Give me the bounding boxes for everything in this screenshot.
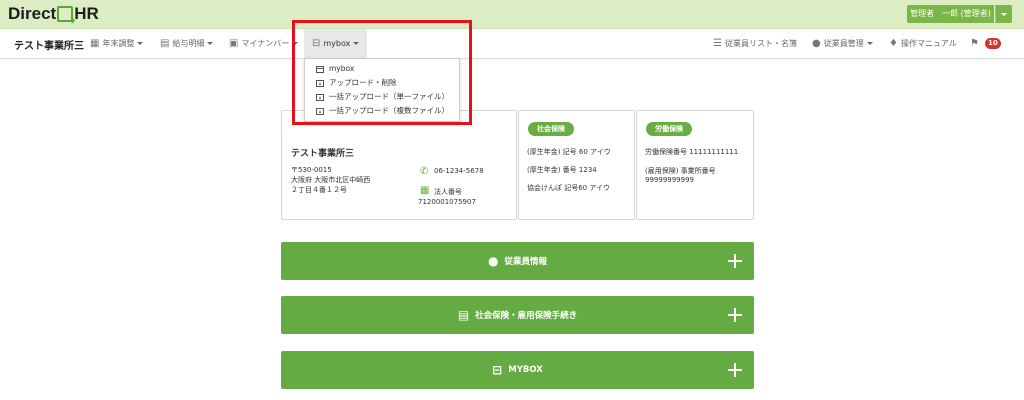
nav-notifications[interactable]: ⚑ 10 <box>970 29 1001 58</box>
labor-line-2: (雇用保険) 事業所番号 <box>645 167 716 175</box>
insurance-procedures-bar[interactable]: ▤ 社会保険・雇用保険手続き <box>281 296 754 334</box>
logo-mark-icon <box>57 6 74 22</box>
corp-number: 7120001075907 <box>418 198 476 206</box>
user-icon: ● <box>812 38 821 49</box>
building-icon: ▦ <box>420 185 430 196</box>
upload-icon <box>316 107 324 115</box>
nav-employee-manage[interactable]: ● 従業員管理 <box>812 29 873 58</box>
mybox-dropdown-menu: mybox アップロード・削除 一括アップロード（単一ファイル） 一括アップロー… <box>304 58 460 122</box>
office-info-card: テスト事業所三 〒530-0015 大阪府 大阪市北区中崎西 ２丁目４番１２号 … <box>281 110 517 220</box>
main-nav: テスト事業所三 ▦ 年末調整 ▤ 給与明細 ▣ マイナンバー ⊟ mybox ☰… <box>0 29 1024 59</box>
dropdown-item-bulk-single[interactable]: 一括アップロード（単一ファイル） <box>305 90 459 104</box>
dropdown-item-label: 一括アップロード（複数ファイル） <box>329 106 449 115</box>
nav-year-end[interactable]: ▦ 年末調整 <box>90 29 144 58</box>
user-menu-button[interactable]: 管理者 一郎 (管理者) <box>907 5 994 23</box>
social-line-2: (厚生年金) 番号 1234 <box>527 166 597 174</box>
phone-icon: ✆ <box>420 166 429 177</box>
box-icon: ⊟ <box>492 363 503 377</box>
dropdown-item-bulk-multiple[interactable]: 一括アップロード（複数ファイル） <box>305 104 459 118</box>
upload-icon <box>316 93 324 101</box>
mybox-label: MYBOX <box>508 365 543 375</box>
list-icon: ☰ <box>713 38 722 49</box>
labor-line-1: 労働保険番号 11111111111 <box>645 148 739 156</box>
office-name: テスト事業所三 <box>291 149 355 159</box>
labor-line-3: 99999999999 <box>645 176 694 184</box>
user-icon: ● <box>488 254 499 268</box>
nav-mynumber[interactable]: ▣ マイナンバー <box>229 29 299 58</box>
insurance-procedures-bar-content: ▤ 社会保険・雇用保険手続き <box>281 296 754 334</box>
plus-icon[interactable] <box>728 254 742 268</box>
upload-icon <box>316 79 324 87</box>
flag-icon: ⚑ <box>970 38 979 49</box>
nav-payslip[interactable]: ▤ 給与明細 <box>160 29 214 58</box>
logo-text-hr: HR <box>74 4 99 23</box>
nav-manual[interactable]: ♦ 操作マニュアル <box>889 29 957 58</box>
app-logo[interactable]: Direct HR <box>8 4 99 24</box>
employee-info-bar-content: ● 従業員情報 <box>281 242 754 280</box>
social-line-3: 協会けんぽ 記号60 アイウ <box>527 184 611 192</box>
document-icon: ▤ <box>160 38 170 49</box>
office-address-1: 大阪府 大阪市北区中崎西 <box>291 176 371 184</box>
box-icon <box>316 65 324 73</box>
nav-mybox-label: mybox <box>323 39 351 48</box>
corp-number-label: 法人番号 <box>434 188 462 196</box>
mybox-bar[interactable]: ⊟ MYBOX <box>281 351 754 389</box>
chevron-down-icon <box>292 42 299 45</box>
user-menu-caret-icon[interactable] <box>995 5 1012 23</box>
logo-text-direct: Direct <box>8 4 57 23</box>
chevron-down-icon <box>866 42 873 45</box>
nav-year-end-label: 年末調整 <box>102 39 135 48</box>
nav-employee-manage-label: 従業員管理 <box>823 39 864 48</box>
dropdown-item-mybox[interactable]: mybox <box>305 62 459 76</box>
mybox-bar-content: ⊟ MYBOX <box>281 351 754 389</box>
office-address-2: ２丁目４番１２号 <box>291 186 347 194</box>
chevron-down-icon <box>353 42 360 45</box>
nav-mybox[interactable]: ⊟ mybox <box>304 29 368 58</box>
social-insurance-pill: 社会保険 <box>528 122 574 136</box>
nav-employee-list-label: 従業員リスト・名簿 <box>724 39 797 48</box>
office-title[interactable]: テスト事業所三 <box>14 37 84 52</box>
notification-badge: 10 <box>984 38 1001 49</box>
chevron-down-icon <box>137 42 144 45</box>
social-insurance-card: 社会保険 (厚生年金) 記号 60 アイウ (厚生年金) 番号 1234 協会け… <box>518 110 635 220</box>
nav-mynumber-label: マイナンバー <box>241 39 290 48</box>
nav-employee-list[interactable]: ☰ 従業員リスト・名簿 <box>713 29 797 58</box>
dropdown-item-label: 一括アップロード（単一ファイル） <box>329 92 449 101</box>
dropdown-item-label: mybox <box>329 64 355 73</box>
plus-icon[interactable] <box>728 363 742 377</box>
chevron-down-icon <box>207 42 214 45</box>
office-zip: 〒530-0015 <box>291 166 332 174</box>
employee-info-label: 従業員情報 <box>504 257 547 267</box>
labor-insurance-pill: 労働保険 <box>646 122 692 136</box>
document-icon: ▤ <box>457 308 470 322</box>
top-bar: Direct HR 管理者 一郎 (管理者) <box>0 0 1024 29</box>
bulb-icon: ♦ <box>889 38 898 49</box>
labor-insurance-card: 労働保険 労働保険番号 11111111111 (雇用保険) 事業所番号 999… <box>636 110 754 220</box>
dropdown-item-upload-delete[interactable]: アップロード・削除 <box>305 76 459 90</box>
calendar-icon: ▦ <box>90 38 100 49</box>
box-icon: ⊟ <box>312 38 321 49</box>
social-line-1: (厚生年金) 記号 60 アイウ <box>527 148 611 156</box>
nav-manual-label: 操作マニュアル <box>900 39 957 48</box>
nav-payslip-label: 給与明細 <box>172 39 205 48</box>
insurance-procedures-label: 社会保険・雇用保険手続き <box>475 311 578 321</box>
id-card-icon: ▣ <box>229 38 239 49</box>
dropdown-item-label: アップロード・削除 <box>329 78 397 87</box>
plus-icon[interactable] <box>728 308 742 322</box>
office-phone: 06-1234-5678 <box>434 167 484 175</box>
employee-info-bar[interactable]: ● 従業員情報 <box>281 242 754 280</box>
